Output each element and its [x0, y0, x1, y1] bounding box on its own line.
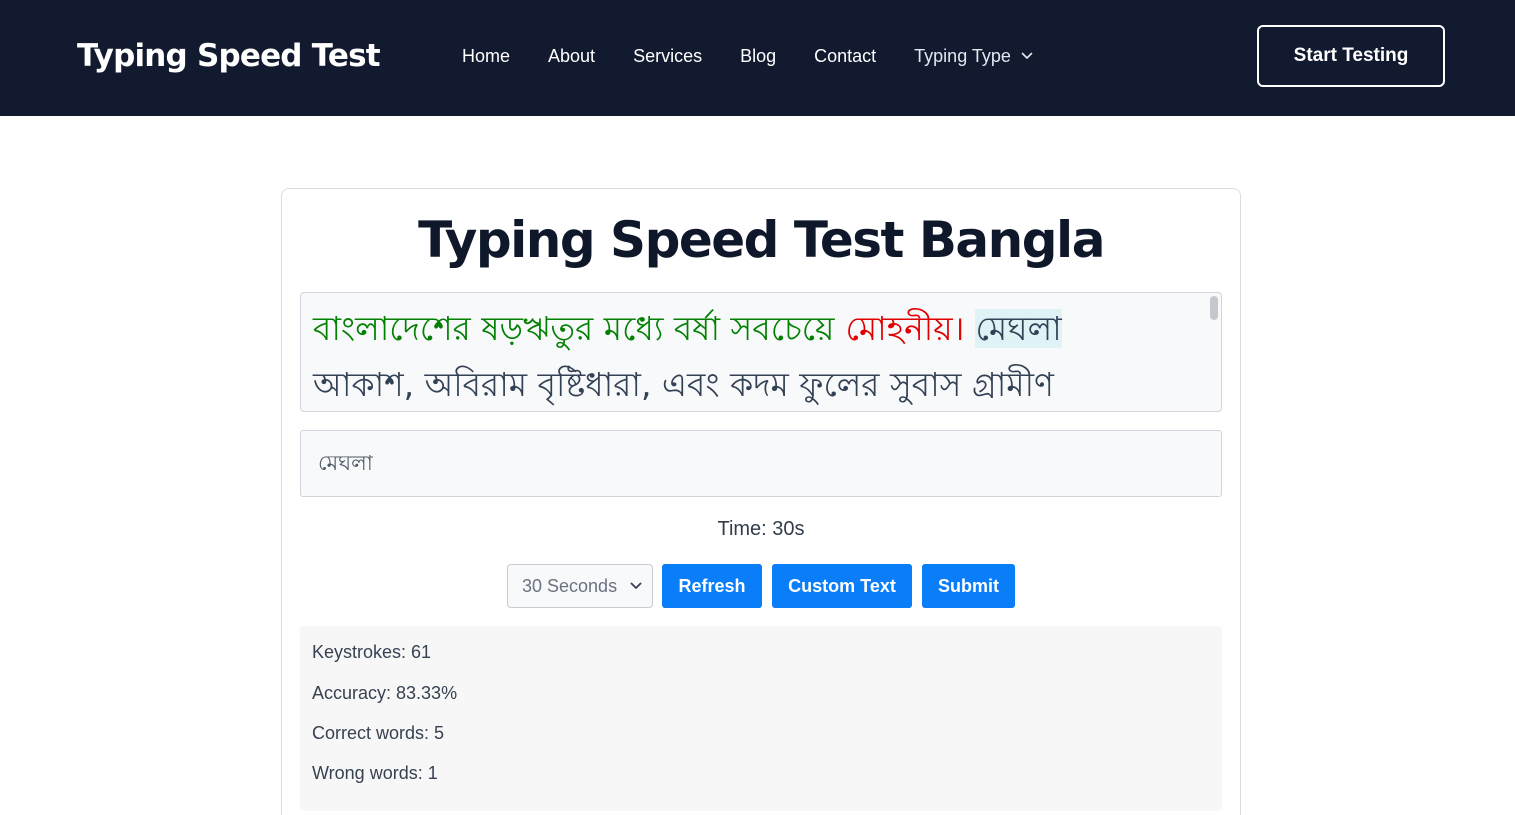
refresh-button[interactable]: Refresh [662, 564, 762, 608]
chevron-down-icon [1021, 52, 1033, 59]
duration-select-value: 30 Seconds [522, 575, 618, 596]
passage-correct-words: বাংলাদেশের ষড়ঋতুর মধ্যে বর্ষা সবচেয়ে [313, 309, 835, 348]
results-panel: Keystrokes: 61 Accuracy: 83.33% Correct … [300, 626, 1222, 811]
site-logo[interactable]: Typing Speed Test [77, 38, 381, 74]
site-header: Typing Speed Test Home About Services Bl… [0, 0, 1515, 116]
nav-item-home[interactable]: Home [462, 46, 510, 67]
duration-select[interactable]: 30 Seconds [507, 564, 653, 608]
test-controls: 30 Seconds Refresh Custom Text Submit [507, 564, 1015, 608]
submit-button[interactable]: Submit [922, 564, 1015, 608]
passage-scrollbar[interactable] [1210, 296, 1218, 320]
nav-dropdown-label: Typing Type [914, 45, 1011, 66]
typing-test-card: Typing Speed Test Bangla বাংলাদেশের ষড়ঋ… [281, 188, 1241, 815]
nav-item-blog[interactable]: Blog [740, 46, 776, 67]
stat-wrong-words: Wrong words: 1 [312, 763, 438, 783]
stat-keystrokes: Keystrokes: 61 [312, 642, 432, 662]
timer-display: Time: 30s [717, 518, 805, 540]
typing-input[interactable]: মেঘলা [300, 430, 1222, 497]
custom-text-button[interactable]: Custom Text [772, 564, 912, 608]
passage-current-word: মেঘলা [975, 309, 1062, 348]
nav-dropdown-typing-type[interactable]: Typing Type [914, 46, 1033, 67]
passage-text: বাংলাদেশের ষড়ঋতুর মধ্যে বর্ষা সবচেয়ে মো… [313, 301, 1203, 411]
passage-pending-words: আকাশ, অবিরাম বৃষ্টিধারা, এবং কদম ফুলের স… [313, 365, 1054, 404]
passage-box[interactable]: বাংলাদেশের ষড়ঋতুর মধ্যে বর্ষা সবচেয়ে মো… [300, 292, 1222, 412]
passage-wrong-word: মোহনীয়। [845, 309, 965, 348]
stat-correct-words: Correct words: 5 [312, 723, 445, 743]
page-title: Typing Speed Test Bangla [418, 211, 1105, 269]
main-nav: Home About Services Blog Contact Typing … [462, 44, 1033, 68]
chevron-down-icon [630, 582, 642, 589]
nav-item-contact[interactable]: Contact [814, 46, 876, 67]
nav-item-services[interactable]: Services [633, 46, 702, 67]
nav-item-about[interactable]: About [548, 46, 595, 67]
stat-accuracy: Accuracy: 83.33% [312, 683, 458, 703]
start-testing-button[interactable]: Start Testing [1257, 25, 1445, 87]
